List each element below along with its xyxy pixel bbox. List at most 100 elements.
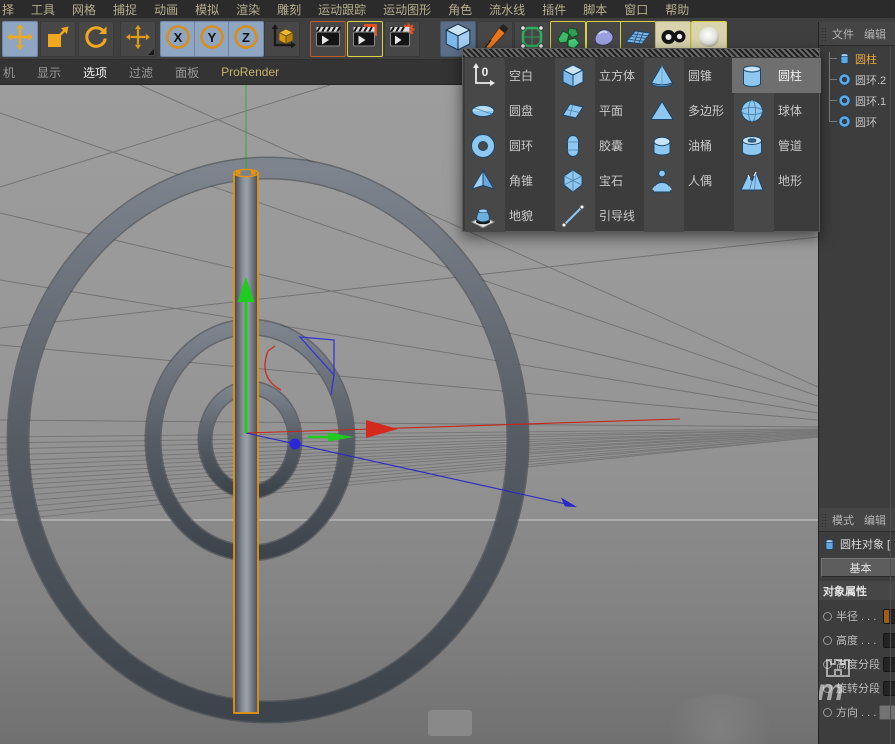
menu-item-script[interactable]: 脚本 bbox=[583, 3, 607, 17]
rotation-segments-input[interactable] bbox=[883, 681, 895, 696]
menu-item-mograph[interactable]: 运动图形 bbox=[383, 3, 431, 17]
panel-grip-icon[interactable] bbox=[821, 27, 828, 41]
z-axis-lock-button[interactable]: Z bbox=[228, 21, 264, 57]
primitive-label: 圆柱 bbox=[778, 67, 802, 84]
menu-item-character[interactable]: 角色 bbox=[448, 3, 472, 17]
move-tool-button[interactable] bbox=[2, 21, 38, 57]
menu-item-help[interactable]: 帮助 bbox=[665, 3, 689, 17]
object-row-torus[interactable]: 圆环 bbox=[819, 111, 895, 132]
x-axis-lock-button[interactable]: X bbox=[160, 21, 196, 57]
object-row-torus1[interactable]: 圆环.1 bbox=[819, 90, 895, 111]
menu-item-pipeline[interactable]: 流水线 bbox=[489, 3, 525, 17]
primitive-item-capsule[interactable]: 胶囊 bbox=[553, 128, 642, 163]
key-circle-icon[interactable] bbox=[823, 660, 832, 669]
coordinate-system-button[interactable] bbox=[264, 21, 300, 57]
panel-scrollbar[interactable] bbox=[890, 46, 891, 744]
ring-large[interactable] bbox=[18, 168, 518, 712]
viewport-menu-filter[interactable]: 过滤 bbox=[129, 64, 153, 81]
primitive-item-landscape[interactable]: 地形 bbox=[732, 163, 821, 198]
menu-item-motion-tracker[interactable]: 运动跟踪 bbox=[318, 3, 366, 17]
torus-object-icon bbox=[837, 73, 851, 87]
primitive-item-pyramid[interactable]: 角锥 bbox=[463, 163, 552, 198]
pyramid-icon bbox=[469, 167, 497, 195]
menu-item-animate[interactable]: 动画 bbox=[154, 3, 178, 17]
primitive-item-null[interactable]: 0 空白 bbox=[463, 58, 552, 93]
key-circle-icon[interactable] bbox=[823, 636, 832, 645]
orientation-dropdown[interactable] bbox=[879, 705, 895, 720]
watermark-box bbox=[428, 710, 472, 736]
menu-item-simulate[interactable]: 模拟 bbox=[195, 3, 219, 17]
property-row-height-segments[interactable]: 高度分段 bbox=[819, 652, 895, 676]
menu-item-sculpt[interactable]: 雕刻 bbox=[277, 3, 301, 17]
viewport-menu-display[interactable]: 显示 bbox=[37, 64, 61, 81]
primitive-item-tube[interactable]: 管道 bbox=[732, 128, 821, 163]
svg-text:Z: Z bbox=[242, 30, 250, 45]
render-to-picture-viewer-button[interactable] bbox=[347, 21, 383, 57]
primitive-item-gem[interactable]: 宝石 bbox=[553, 163, 642, 198]
property-row-rotation-segments[interactable]: 旋转分段 bbox=[819, 676, 895, 700]
last-tool-button[interactable] bbox=[120, 21, 156, 57]
primitive-item-relief[interactable]: 地貌 bbox=[463, 198, 552, 233]
rotate-tool-button[interactable] bbox=[78, 21, 114, 57]
tab-basic[interactable]: 基本 bbox=[821, 558, 895, 577]
key-circle-icon[interactable] bbox=[823, 684, 832, 693]
property-row-radius[interactable]: 半径 . . . bbox=[819, 604, 895, 628]
primitive-item-cube[interactable]: 立方体 bbox=[553, 58, 642, 93]
viewport-menu-options[interactable]: 选项 bbox=[83, 64, 107, 81]
z-axis-handle-dot[interactable] bbox=[290, 439, 301, 450]
property-row-orientation[interactable]: 方向 . . . bbox=[819, 700, 895, 724]
torus-rings[interactable] bbox=[18, 168, 518, 712]
render-settings-button[interactable] bbox=[384, 21, 420, 57]
cylinder-top-handle[interactable] bbox=[251, 170, 256, 175]
om-menu-edit[interactable]: 编辑 bbox=[864, 26, 886, 42]
menu-item-window[interactable]: 窗口 bbox=[624, 3, 648, 17]
x-axis-arrowhead[interactable] bbox=[366, 420, 398, 438]
primitive-item-sphere[interactable]: 球体 bbox=[732, 93, 821, 128]
primitive-item-torus[interactable]: 圆环 bbox=[463, 128, 552, 163]
viewport-menu-panel[interactable]: 面板 bbox=[175, 64, 199, 81]
z-axis-arrowhead[interactable] bbox=[561, 498, 577, 508]
om-menu-file[interactable]: 文件 bbox=[832, 26, 854, 42]
render-settings-icon bbox=[388, 23, 416, 56]
primitive-item-oil-tank[interactable]: 油桶 bbox=[642, 128, 731, 163]
key-circle-icon[interactable] bbox=[823, 612, 832, 621]
primitive-item-guide[interactable]: 引导线 bbox=[553, 198, 642, 233]
key-circle-icon[interactable] bbox=[823, 708, 832, 717]
height-segments-input[interactable] bbox=[883, 657, 895, 672]
am-menu-mode[interactable]: 模式 bbox=[832, 512, 854, 528]
menu-item-plugins[interactable]: 插件 bbox=[542, 3, 566, 17]
menu-item-snap[interactable]: 捕捉 bbox=[113, 3, 137, 17]
right-panel: 文件 编辑 圆柱 圆环.2 圆环.1 圆环 模式 编辑 bbox=[818, 22, 895, 744]
cylinder-object[interactable] bbox=[234, 169, 258, 713]
primitive-item-polygon[interactable]: 多边形 bbox=[642, 93, 731, 128]
menu-item-mesh[interactable]: 网格 bbox=[72, 3, 96, 17]
height-input[interactable] bbox=[883, 633, 895, 648]
render-view-button[interactable] bbox=[310, 21, 346, 57]
menu-item[interactable]: 择 bbox=[2, 3, 14, 17]
viewport-menu-prorender[interactable]: ProRender bbox=[221, 65, 279, 79]
object-properties-section[interactable]: 对象属性 bbox=[819, 581, 895, 600]
primitive-item-cone[interactable]: 圆锥 bbox=[642, 58, 731, 93]
primitive-item-plane[interactable]: 平面 bbox=[553, 93, 642, 128]
object-row-cylinder[interactable]: 圆柱 bbox=[819, 48, 895, 69]
grid-horizon-wedge bbox=[0, 429, 818, 521]
am-menu-edit[interactable]: 编辑 bbox=[864, 512, 886, 528]
primitive-item-disc[interactable]: 圆盘 bbox=[463, 93, 552, 128]
menu-item-tools[interactable]: 工具 bbox=[31, 3, 55, 17]
y-axis-lock-button[interactable]: Y bbox=[194, 21, 230, 57]
radius-input[interactable] bbox=[883, 609, 895, 624]
capsule-icon bbox=[559, 132, 587, 160]
cylinder-top-handle[interactable] bbox=[236, 170, 241, 175]
primitive-label: 空白 bbox=[509, 67, 533, 84]
object-label: 圆环 bbox=[855, 114, 877, 130]
property-row-height[interactable]: 高度 . . . bbox=[819, 628, 895, 652]
z-axis-icon: Z bbox=[232, 23, 260, 56]
panel-grip-icon[interactable] bbox=[821, 513, 828, 527]
palette-drag-handle[interactable] bbox=[463, 49, 819, 57]
scale-tool-button[interactable] bbox=[40, 21, 76, 57]
viewport-menu-cameras[interactable]: 机 bbox=[3, 64, 15, 81]
primitive-item-figure[interactable]: 人偶 bbox=[642, 163, 731, 198]
primitive-item-cylinder[interactable]: 圆柱 bbox=[732, 58, 821, 93]
object-row-torus2[interactable]: 圆环.2 bbox=[819, 69, 895, 90]
menu-item-render[interactable]: 渲染 bbox=[236, 3, 260, 17]
